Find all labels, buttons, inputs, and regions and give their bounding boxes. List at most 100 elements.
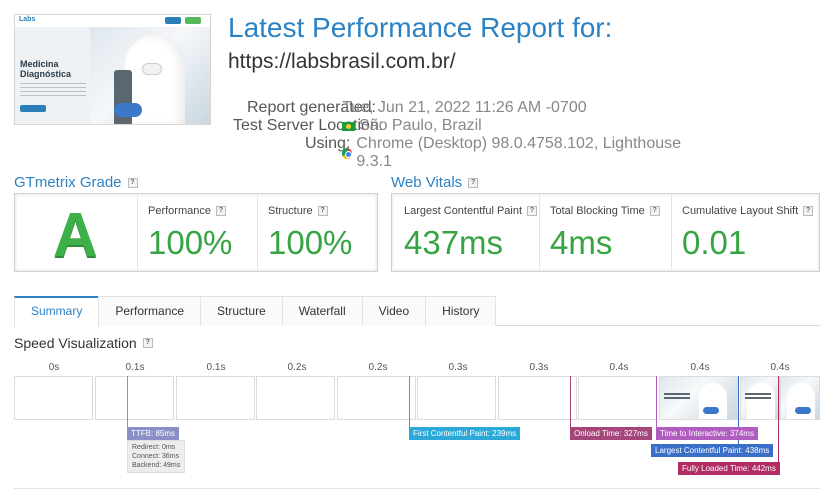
filmstrip-frame-screenshot[interactable]: [780, 376, 820, 420]
meta-value: Chrome (Desktop) 98.0.4758.102, Lighthou…: [342, 135, 700, 171]
meta-row-using: Using: Chrome (Desktop) 98.0.4758.102, L…: [0, 135, 700, 170]
fully-loaded-marker: Fully Loaded Time: 442ms: [678, 462, 780, 475]
thumbnail-hero-title-line2: Diagnóstica: [20, 69, 72, 79]
help-icon[interactable]: ?: [527, 206, 538, 216]
speed-visualization-heading-text: Speed Visualization: [14, 335, 137, 351]
ttfb-marker: TTFB: 85ms: [127, 427, 180, 440]
gtmetrix-grade-heading: GTmetrix Grade ?: [14, 174, 138, 191]
timeline-label: 0.3s: [529, 362, 549, 373]
timeline-label: 0.4s: [609, 362, 629, 373]
meta-value-text: Tue, Jun 21, 2022 11:26 AM -0700: [342, 99, 587, 116]
structure-value: 100%: [268, 224, 353, 261]
web-vitals-card: Largest Contentful Paint ? 437ms Total B…: [391, 193, 820, 272]
frame-glove: [703, 407, 719, 414]
tti-marker: Time to Interactive: 374ms: [656, 427, 758, 440]
thumbnail-nav-button: [165, 17, 181, 24]
onload-marker: Onload Time: 327ms: [570, 427, 652, 440]
structure-cell: Structure ? 100%: [258, 196, 375, 269]
grade-letter: A: [53, 201, 98, 270]
filmstrip-frame[interactable]: [256, 376, 335, 420]
ttfb-breakdown: Redirect: 0ms Connect: 36ms Backend: 49m…: [127, 440, 186, 473]
filmstrip-frame-screenshot[interactable]: [659, 376, 738, 420]
tab-summary[interactable]: Summary: [14, 296, 100, 327]
meta-row-report-generated: Report generated: Tue, Jun 21, 2022 11:2…: [0, 99, 700, 116]
tbt-cell: Total Blocking Time ? 4ms: [540, 196, 672, 269]
filmstrip-frame[interactable]: [578, 376, 657, 420]
cls-label: Cumulative Layout Shift ?: [682, 205, 814, 217]
filmstrip-frame[interactable]: [176, 376, 255, 420]
tbt-value: 4ms: [550, 224, 613, 261]
tab-performance[interactable]: Performance: [98, 296, 202, 326]
thumbnail-navbar: Labs: [15, 15, 210, 27]
tab-video[interactable]: Video: [361, 296, 427, 326]
filmstrip-frame-screenshot[interactable]: [740, 376, 780, 420]
tbt-label: Total Blocking Time ?: [550, 205, 660, 217]
cls-label-text: Cumulative Layout Shift: [682, 205, 799, 217]
help-icon[interactable]: ?: [803, 206, 814, 216]
help-icon[interactable]: ?: [215, 206, 226, 216]
cls-cell: Cumulative Layout Shift ? 0.01: [672, 196, 817, 269]
fcp-marker: First Contentful Paint: 239ms: [409, 427, 521, 440]
tab-waterfall[interactable]: Waterfall: [281, 296, 363, 326]
tab-structure[interactable]: Structure: [200, 296, 283, 326]
cls-value: 0.01: [682, 224, 747, 261]
filmstrip-frame[interactable]: [417, 376, 496, 420]
performance-cell: Performance ? 100%: [138, 196, 258, 269]
report-url: https://labsbrasil.com.br/: [228, 50, 456, 73]
thumbnail-hero-title-line1: Medicina: [20, 59, 59, 69]
web-vitals-heading: Web Vitals ?: [391, 174, 479, 191]
filmstrip: [14, 376, 820, 420]
thumbnail-brand: Labs: [19, 16, 36, 23]
tti-marker-line: [656, 376, 657, 428]
thumbnail-hero-title: Medicina Diagnóstica: [20, 59, 71, 79]
timeline-label: 0.2s: [368, 362, 388, 373]
web-vitals-card-inner: Largest Contentful Paint ? 437ms Total B…: [394, 196, 817, 269]
brazil-flag-icon: [342, 121, 355, 131]
ttfb-marker-line: [127, 376, 128, 428]
gtmetrix-grade-card: A Performance ? 100% Structure ? 100%: [14, 193, 378, 272]
meta-row-server-location: Test Server Location: São Paulo, Brazil: [0, 117, 700, 135]
ttfb-redirect: Redirect: 0ms: [132, 444, 176, 451]
lcp-marker: Largest Contentful Paint: 438ms: [651, 444, 774, 457]
frame-person: [787, 383, 815, 419]
timeline-label: 0.2s: [287, 362, 307, 373]
filmstrip-frame[interactable]: [337, 376, 416, 420]
help-icon[interactable]: ?: [142, 338, 153, 348]
help-icon[interactable]: ?: [317, 206, 328, 216]
gtmetrix-grade-heading-text: GTmetrix Grade: [14, 174, 122, 191]
frame-text: [745, 393, 771, 401]
timeline-label: 0.4s: [770, 362, 790, 373]
frame-text: [664, 393, 690, 401]
speed-visualization-heading: Speed Visualization ?: [14, 335, 153, 351]
thumbnail-hero-text: [20, 83, 86, 97]
help-icon[interactable]: ?: [127, 177, 138, 188]
fcp-marker-line: [409, 376, 410, 428]
performance-label-text: Performance: [148, 205, 211, 217]
frame-person: [747, 383, 775, 419]
help-icon[interactable]: ?: [468, 177, 479, 188]
lcp-cell: Largest Contentful Paint ? 437ms: [394, 196, 540, 269]
meta-value: São Paulo, Brazil: [342, 117, 482, 135]
lcp-label: Largest Contentful Paint ?: [404, 205, 538, 217]
ttfb-connect: Connect: 36ms: [132, 453, 180, 460]
structure-label-text: Structure: [268, 205, 313, 217]
ttfb-backend: Backend: 49ms: [132, 462, 181, 469]
structure-label: Structure ?: [268, 205, 328, 217]
timeline-labels: 0s 0.1s 0.1s 0.2s 0.2s 0.3s 0.3s 0.4s 0.…: [14, 362, 820, 374]
section-divider: [14, 488, 820, 489]
chrome-icon: [342, 147, 353, 159]
tab-history[interactable]: History: [425, 296, 497, 326]
help-icon[interactable]: ?: [649, 206, 660, 216]
timeline-label: 0.1s: [125, 362, 145, 373]
thumbnail-nav-button: [185, 17, 201, 24]
filmstrip-frame[interactable]: [498, 376, 577, 420]
filmstrip-frame[interactable]: [14, 376, 93, 420]
performance-value: 100%: [148, 224, 233, 261]
timeline-label: 0.3s: [448, 362, 468, 373]
timeline-label: 0.1s: [206, 362, 226, 373]
filmstrip-frame[interactable]: [95, 376, 174, 420]
onload-marker-line: [570, 376, 571, 428]
page-title: Latest Performance Report for:: [228, 12, 613, 43]
gtmetrix-grade-card-inner: A Performance ? 100% Structure ? 100%: [17, 196, 375, 270]
frame-glove: [795, 407, 811, 414]
